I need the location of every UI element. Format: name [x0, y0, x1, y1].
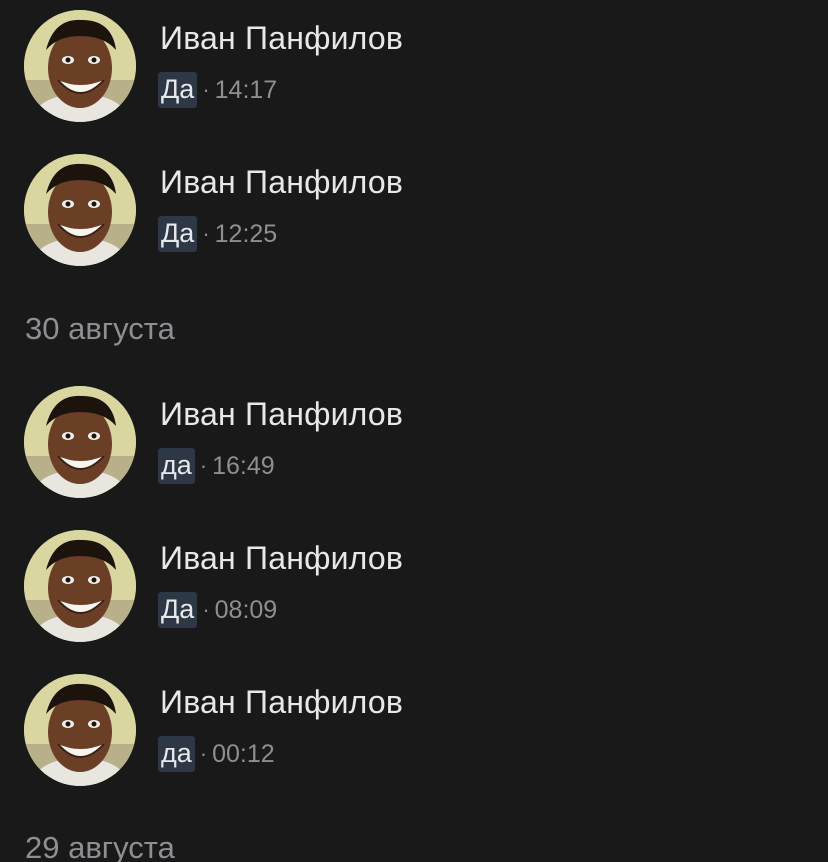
contact-name: Иван Панфилов [160, 396, 404, 432]
message-snippet-highlight: Да [158, 216, 198, 252]
user-avatar-icon [24, 154, 136, 266]
list-item[interactable]: Иван Панфилов да · 16:49 [0, 386, 828, 514]
user-avatar-icon [24, 530, 136, 642]
contact-name: Иван Панфилов [160, 540, 404, 576]
message-snippet-highlight: Да [158, 72, 198, 108]
avatar[interactable] [24, 386, 136, 498]
search-results-list: Иван Панфилов Да · 14:17 Иван Панфилов Д… [0, 0, 828, 862]
message-meta: да · 00:12 [158, 736, 275, 772]
message-meta: Да · 08:09 [158, 592, 277, 628]
user-avatar-icon [24, 674, 136, 786]
message-time: 00:12 [212, 739, 275, 768]
message-snippet-highlight: Да [158, 592, 198, 628]
message-snippet-highlight: да [158, 448, 195, 484]
user-avatar-icon [24, 386, 136, 498]
date-header: 29 августа [25, 830, 175, 862]
list-item[interactable]: Иван Панфилов да · 00:12 [0, 674, 828, 802]
message-snippet-highlight: да [158, 736, 195, 772]
avatar[interactable] [24, 10, 136, 122]
separator-dot: · [202, 221, 210, 246]
avatar[interactable] [24, 154, 136, 266]
avatar[interactable] [24, 674, 136, 786]
contact-name: Иван Панфилов [160, 684, 404, 720]
separator-dot: · [202, 597, 210, 622]
message-time: 16:49 [212, 451, 275, 480]
list-item[interactable]: Иван Панфилов Да · 14:17 [0, 10, 828, 138]
contact-name: Иван Панфилов [160, 20, 404, 56]
message-time: 08:09 [214, 595, 278, 624]
message-time: 12:25 [214, 219, 278, 248]
separator-dot: · [199, 741, 208, 766]
avatar[interactable] [24, 530, 136, 642]
message-meta: Да · 14:17 [158, 72, 277, 108]
message-time: 14:17 [214, 75, 278, 104]
separator-dot: · [202, 77, 210, 102]
user-avatar-icon [24, 10, 136, 122]
separator-dot: · [199, 453, 208, 478]
date-header: 30 августа [25, 311, 175, 346]
list-item[interactable]: Иван Панфилов Да · 12:25 [0, 154, 828, 282]
message-meta: да · 16:49 [158, 448, 275, 484]
contact-name: Иван Панфилов [160, 164, 404, 200]
list-item[interactable]: Иван Панфилов Да · 08:09 [0, 530, 828, 658]
message-meta: Да · 12:25 [158, 216, 277, 252]
